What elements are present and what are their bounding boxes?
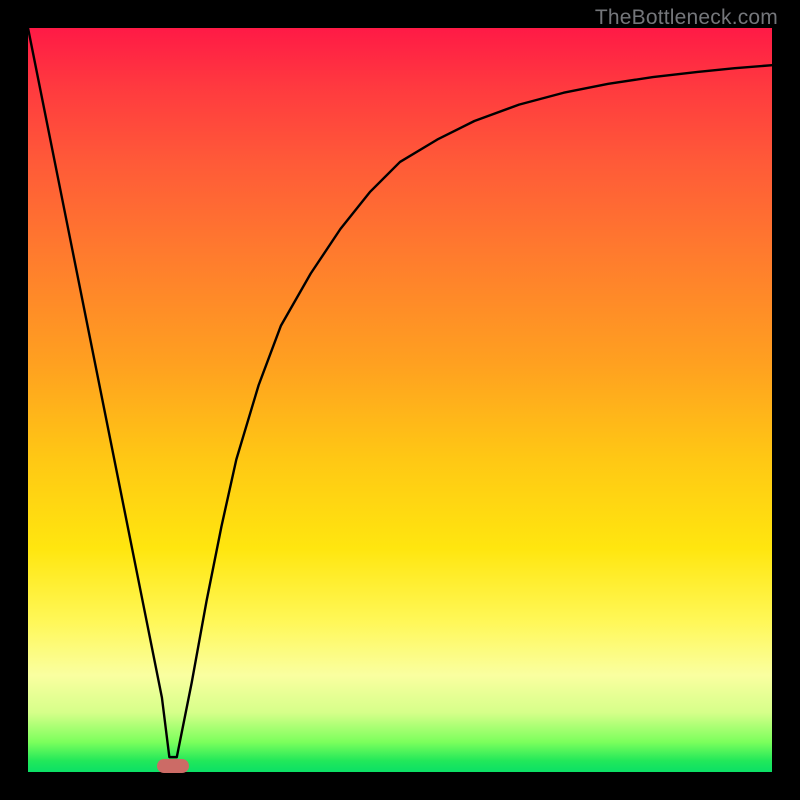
plot-area — [28, 28, 772, 772]
bottleneck-curve — [28, 28, 772, 757]
curve-svg — [28, 28, 772, 772]
minimum-marker — [157, 759, 189, 773]
chart-frame: TheBottleneck.com — [0, 0, 800, 800]
watermark-text: TheBottleneck.com — [595, 6, 778, 30]
